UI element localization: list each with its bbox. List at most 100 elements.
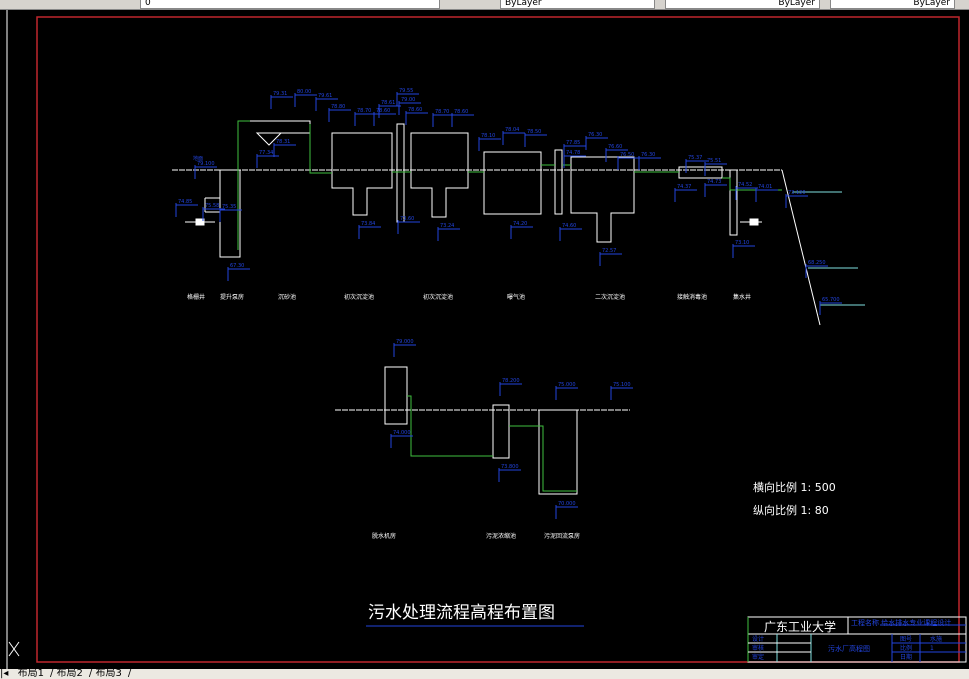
elevation-leader: [451, 113, 474, 127]
elevation-leader: [478, 137, 501, 151]
lineweight-select[interactable]: ByLayer: [830, 0, 955, 9]
elevation-leader: [294, 93, 317, 107]
svg-text:日期: 日期: [900, 653, 912, 661]
elevation-leader: [397, 220, 420, 234]
elevation-leader: [674, 188, 697, 202]
unit-label: 集水井: [733, 293, 751, 301]
elevation-label: 73.800: [501, 464, 519, 470]
svg-text:图号: 图号: [900, 636, 912, 643]
collection-well: [729, 169, 738, 236]
scale-vertical: 纵向比例 1: 80: [753, 503, 829, 517]
elevation-label: 78.61: [381, 100, 395, 106]
elevation-leader: [393, 343, 416, 357]
elevation-leader: [502, 131, 525, 145]
primary-tank-2: [410, 132, 469, 218]
elevation-label: 77.85: [566, 140, 580, 146]
distribution-well: [396, 123, 405, 223]
elevation-label: 73.120: [788, 190, 806, 196]
svg-text:1: 1: [930, 645, 934, 652]
elevation-label: 74.78: [566, 150, 580, 156]
elevation-leader: [328, 108, 351, 122]
thickener: [492, 404, 510, 459]
drawing-canvas[interactable]: 79.31 80.00 79.61 78.80 78.70 78.60 78.61 79.55…: [0, 10, 969, 669]
elevation-leader: [498, 468, 521, 482]
elevation-leader: [227, 267, 250, 281]
unit-label: 格栅井: [187, 293, 205, 301]
elevation-leader: [732, 244, 755, 258]
svg-text:水施: 水施: [930, 635, 942, 643]
unit-label: 脱水机房: [372, 532, 396, 540]
elevation-label: 75.51: [707, 158, 721, 164]
svg-text:设计: 设计: [752, 635, 764, 643]
tab-layout-3[interactable]: 布局3: [95, 668, 121, 679]
elevation-leader: [273, 143, 296, 157]
layer-select[interactable]: 0: [140, 0, 440, 9]
elevation-leader: [175, 203, 198, 217]
elevation-label: 73.60: [400, 216, 414, 222]
elevation-label: 67.30: [230, 263, 244, 269]
unit-label: 二次沉淀池: [595, 293, 625, 301]
school-name: 广东工业大学: [764, 619, 836, 634]
elevation-leader: [735, 186, 758, 200]
elevation-label: 73.10: [735, 240, 749, 246]
elevation-leader: [437, 227, 460, 241]
unit-label: 污泥浓缩池: [486, 532, 516, 540]
elevation-label: 80.00: [297, 89, 311, 95]
ucs-icon: [8, 641, 20, 657]
color-select[interactable]: ByLayer: [500, 0, 655, 9]
elevation-label: 78.60: [376, 108, 390, 114]
unit-label: 污泥回流泵房: [544, 532, 580, 540]
elevation-leader: [617, 156, 640, 170]
elevation-label: 74.52: [738, 182, 752, 188]
elevation-leader: [638, 156, 661, 170]
svg-text:审核: 审核: [752, 644, 764, 652]
elevation-leader: [704, 183, 727, 197]
linetype-select[interactable]: ByLayer: [665, 0, 820, 9]
unit-label: 初次沉淀池: [344, 293, 374, 301]
elevation-label: 78.60: [454, 109, 468, 115]
elevation-label: 68.250: [808, 260, 826, 266]
elevation-label: 78.04: [505, 127, 519, 133]
elevation-leader: [610, 386, 633, 400]
elevation-leader: [373, 112, 396, 126]
tab-layout-1[interactable]: 布局1: [18, 668, 44, 679]
elevation-label: 74.000: [393, 430, 411, 436]
elevation-leader: [555, 386, 578, 400]
elevation-leader: [559, 227, 582, 241]
drawing-name: 污水厂高程图: [828, 644, 870, 653]
elevation-leader: [358, 225, 381, 239]
elevation-leader: [194, 165, 217, 179]
water-level: [792, 191, 865, 306]
elevation-leader: [524, 133, 547, 147]
elevation-label: 76.60: [608, 144, 622, 150]
elevation-label: 74.73: [707, 179, 721, 185]
toolbar-icons[interactable]: [60, 0, 100, 9]
elevation-label: 78.31: [276, 139, 290, 145]
elevation-leader: [499, 382, 522, 396]
elevation-label: 79.61: [318, 93, 332, 99]
tab-layout-2[interactable]: 布局2: [57, 668, 83, 679]
unit-label: 提升泵房: [220, 293, 244, 301]
return-pump-house: [538, 409, 578, 495]
elevation-label: 75.35: [222, 204, 236, 210]
unit-label: 接触消毒池: [677, 293, 707, 301]
elevation-label: 76.30: [641, 152, 655, 158]
elevation-leader: [819, 301, 842, 315]
unit-labels: 格栅井 提升泵房 沉砂池 初次沉淀池 初次沉淀池 曝气池 二次沉淀池 接触消毒池 集水井脱水机房…: [187, 293, 751, 540]
elevation-leader: [704, 162, 727, 176]
unit-label: 沉砂池: [278, 293, 296, 301]
pump-well: [219, 169, 241, 258]
primary-tank-1: [331, 132, 393, 216]
elevation-label: 78.60: [408, 107, 422, 113]
elevation-label: 74.01: [758, 184, 772, 190]
elevation-label: 79.000: [396, 339, 414, 345]
elevation-leader: [555, 505, 578, 519]
unit-label: 曝气池: [507, 293, 525, 301]
elevation-label: 78.10: [481, 133, 495, 139]
elevation-label: 74.37: [677, 184, 691, 190]
elevation-leader: [599, 252, 622, 266]
drawing-title: 污水处理流程高程布置图: [368, 603, 555, 623]
layout-tabs: |◂ 布局1/ 布局2/ 布局3/: [0, 669, 969, 679]
tab-nav[interactable]: |◂: [0, 668, 8, 679]
elevation-label: 75.58: [205, 203, 219, 209]
